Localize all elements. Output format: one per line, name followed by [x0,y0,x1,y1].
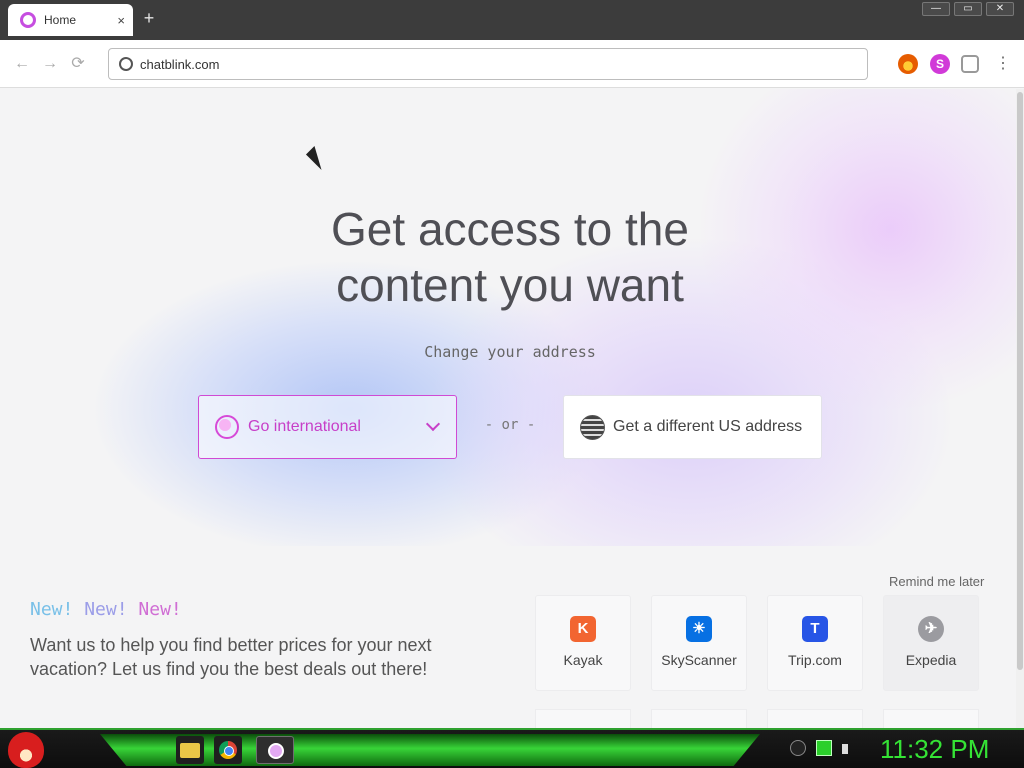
travel-card-row2[interactable] [767,709,863,728]
os-taskbar: 11:32 PM [0,728,1024,768]
travel-card-skyscanner[interactable]: ☀ SkyScanner [651,595,747,691]
remind-me-later-link[interactable]: Remind me later [889,574,984,589]
window-controls: — ▭ ✕ [922,2,1014,16]
system-tray [790,740,848,756]
file-manager-folder-icon[interactable] [176,736,204,764]
travel-card-row2[interactable] [535,709,631,728]
hero-background [0,89,1024,546]
extensions-puzzle-icon[interactable] [961,55,979,73]
chrome-icon [219,741,237,759]
kayak-logo-icon: K [570,616,596,642]
card-label: SkyScanner [661,652,737,668]
page-content: Get access to the content you want Chang… [0,89,1024,728]
globe-icon [215,415,239,439]
browser-menu-button[interactable]: ⋮ [995,54,1011,74]
restore-button[interactable]: ▭ [954,2,982,16]
site-info-globe-icon[interactable] [119,57,133,71]
browser-app-icon [268,743,284,759]
browser-titlebar: Home × + — ▭ ✕ [0,0,1024,40]
scrollbar-thumb[interactable] [1017,92,1023,670]
new-word-1: New! [30,599,74,620]
browser-toolbar: ← → ⟳ chatblink.com S ⋮ [0,40,1024,88]
trip-logo-icon: T [802,616,828,642]
tab-close-button[interactable]: × [117,13,125,28]
us-address-button[interactable]: Get a different US address [563,395,822,459]
travel-card-row2[interactable] [883,709,979,728]
active-browser-taskbar-button[interactable] [256,736,294,764]
hero-headline: Get access to the content you want [200,201,820,313]
tab-title: Home [44,13,77,27]
close-window-button[interactable]: ✕ [986,2,1014,16]
us-flag-icon [580,414,605,440]
travel-card-trip[interactable]: T Trip.com [767,595,863,691]
new-tab-button[interactable]: + [139,8,159,28]
headline-line1: Get access to the [331,203,689,255]
start-menu-bird-icon[interactable] [8,732,44,768]
expedia-logo-icon: ✈ [918,616,944,642]
go-international-label: Go international [248,418,361,435]
folder-icon [180,743,200,758]
s-extension-icon[interactable]: S [930,54,950,74]
new-word-2: New! [84,599,128,620]
card-label: Kayak [563,652,603,668]
headline-line2: content you want [336,259,684,311]
chrome-taskbar-button[interactable] [214,736,242,764]
hero-subhead: Change your address [424,343,596,361]
travel-card-kayak[interactable]: K Kayak [535,595,631,691]
card-label: Expedia [905,652,957,668]
go-international-dropdown[interactable]: Go international [198,395,457,459]
tab-home[interactable]: Home × [8,4,133,36]
taskbar-clock[interactable]: 11:32 PM [880,734,989,765]
new-badge-title: New! New! New! [30,599,182,620]
network-icon[interactable] [816,740,832,756]
fire-extension-icon[interactable] [898,54,918,74]
or-separator: - or - [484,417,536,433]
forward-button[interactable]: → [40,54,60,74]
travel-card-row2[interactable] [651,709,747,728]
address-text: chatblink.com [140,56,220,72]
skyscanner-logo-icon: ☀ [686,616,712,642]
new-word-3: New! [138,599,182,620]
address-bar[interactable]: chatblink.com [108,48,868,80]
tab-favicon-icon [20,12,36,28]
minimize-button[interactable]: — [922,2,950,16]
travel-card-expedia[interactable]: ✈ Expedia [883,595,979,691]
us-address-label: Get a different US address [613,418,803,435]
card-label: Trip.com [788,652,842,668]
volume-icon[interactable] [842,744,848,754]
back-button[interactable]: ← [12,54,32,74]
reload-button[interactable]: ⟳ [68,54,88,74]
promo-description: Want us to help you find better prices f… [30,635,432,679]
tray-k-icon[interactable] [790,740,806,756]
chevron-down-icon [425,416,441,432]
